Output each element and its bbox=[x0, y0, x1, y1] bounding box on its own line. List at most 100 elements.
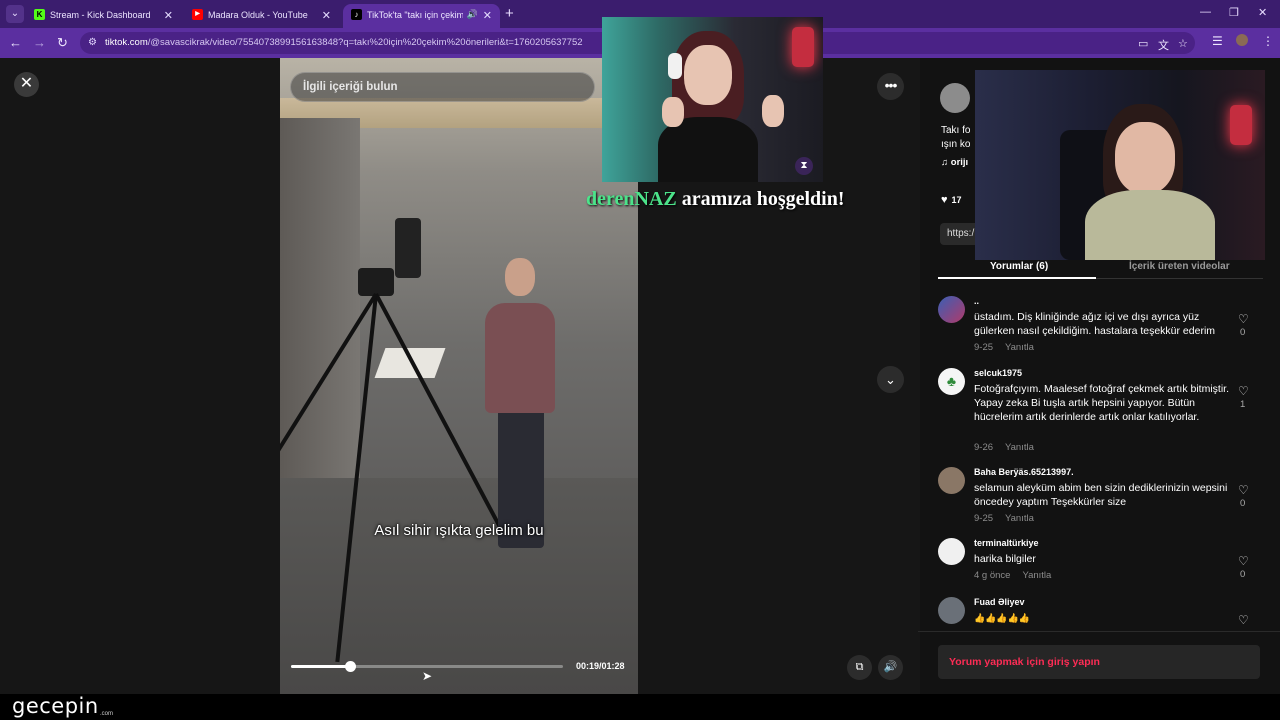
comment-meta: 9-26 Yanıtla bbox=[974, 442, 1034, 453]
divider bbox=[918, 631, 1280, 632]
video-description: Takı fo ışın ko bbox=[941, 124, 970, 152]
like-row[interactable]: ♥ 17 bbox=[941, 194, 962, 206]
kick-favicon-icon: K bbox=[34, 9, 45, 20]
red-lamp bbox=[792, 27, 814, 67]
comment-avatar[interactable] bbox=[938, 538, 965, 565]
minimize-icon[interactable]: — bbox=[1200, 6, 1211, 18]
webcam-body bbox=[1085, 190, 1215, 260]
youtube-favicon-icon: ▶ bbox=[192, 9, 203, 20]
tab-youtube[interactable]: ▶ Madara Olduk - YouTube ✕ bbox=[184, 4, 339, 28]
comment-meta: 9-25 Yanıtla bbox=[974, 513, 1034, 524]
tab-comments[interactable]: Yorumlar (6) bbox=[990, 261, 1048, 272]
comment-like-count: 0 bbox=[1240, 498, 1246, 509]
reply-button[interactable]: Yanıtla bbox=[1022, 570, 1051, 581]
tab-close-icon[interactable]: ✕ bbox=[483, 9, 492, 22]
person-head bbox=[505, 258, 535, 296]
volume-icon[interactable]: 🔊 bbox=[878, 655, 903, 680]
progress-fill bbox=[291, 665, 350, 668]
author-avatar[interactable] bbox=[940, 83, 970, 113]
tiktok-favicon-icon: ♪ bbox=[351, 9, 362, 20]
active-tab-indicator bbox=[938, 277, 1096, 279]
comment-like-icon[interactable]: ♡ bbox=[1238, 384, 1249, 398]
comment-like-count: 1 bbox=[1240, 399, 1246, 410]
welcome-username: derenNAZ bbox=[586, 188, 677, 210]
comment-like-icon[interactable]: ♡ bbox=[1238, 483, 1249, 497]
comment-like-icon[interactable]: ♡ bbox=[1238, 312, 1249, 326]
translate-icon[interactable]: 文 bbox=[1158, 37, 1169, 53]
comment-like-icon[interactable]: ♡ bbox=[1238, 554, 1249, 568]
comment-like-count: 0 bbox=[1240, 327, 1246, 338]
clover-avatar-icon[interactable]: ♣ bbox=[938, 368, 965, 395]
person-body bbox=[485, 303, 555, 413]
heart-icon[interactable]: ♥ bbox=[941, 194, 948, 206]
comment-date: 9-25 bbox=[974, 342, 994, 353]
studio-light bbox=[395, 218, 421, 278]
tab-search-icon[interactable]: ⌄ bbox=[6, 5, 24, 23]
reply-button[interactable]: Yanıtla bbox=[1005, 342, 1034, 353]
comment-avatar[interactable] bbox=[938, 467, 965, 494]
url-text: tiktok.com/@savascikrak/video/7554073899… bbox=[105, 37, 583, 48]
bottom-bar: gecepin .com bbox=[0, 694, 1280, 720]
like-count: 17 bbox=[951, 195, 962, 205]
streamer-webcam-1 bbox=[602, 17, 823, 182]
watermark-logo: gecepin bbox=[12, 694, 99, 718]
comment-meta: 9-25 Yanıtla bbox=[974, 342, 1034, 353]
tab-tiktok[interactable]: ♪ TikTok'ta "takı için çekim ön 🔊 ✕ bbox=[343, 4, 500, 28]
comment-avatar[interactable] bbox=[938, 296, 965, 323]
music-label[interactable]: ♫ orijı bbox=[941, 157, 968, 168]
tab-close-icon[interactable]: ✕ bbox=[322, 9, 331, 22]
comment-date: 9-25 bbox=[974, 513, 994, 524]
related-search-input[interactable]: İlgili içeriği bulun bbox=[290, 72, 595, 102]
window-close-icon[interactable]: ✕ bbox=[1258, 6, 1267, 19]
progress-knob[interactable] bbox=[344, 661, 356, 672]
hand bbox=[662, 97, 684, 127]
browser-menu-icon[interactable]: ⋮ bbox=[1262, 34, 1274, 48]
hand bbox=[762, 95, 784, 127]
comment-user[interactable]: Baha Berÿäs.65213997. bbox=[974, 467, 1074, 477]
tab-title: TikTok'ta "takı için çekim ön bbox=[367, 10, 463, 20]
reply-button[interactable]: Yanıtla bbox=[1005, 442, 1034, 453]
watermark-domain: .com bbox=[100, 711, 114, 717]
comment-tabs: Yorumlar (6) İçerik üreten videolar bbox=[938, 259, 1263, 279]
cast-icon[interactable]: ▭ bbox=[1138, 37, 1148, 50]
restore-icon[interactable]: ❐ bbox=[1229, 6, 1239, 19]
tab-audio-icon[interactable]: 🔊 bbox=[467, 9, 478, 20]
site-info-icon[interactable]: ⚙ bbox=[88, 37, 97, 48]
comment-user[interactable]: terminaltürkiye bbox=[974, 538, 1039, 548]
login-prompt-text: Yorum yapmak için giriş yapın bbox=[949, 656, 1100, 668]
comment-user[interactable]: selcuk1975 bbox=[974, 368, 1022, 378]
comment-text: üstadım. Diş kliniğinde ağız içi ve dışı… bbox=[974, 311, 1216, 337]
comment-date: 4 g önce bbox=[974, 570, 1011, 581]
progress-bar[interactable] bbox=[291, 661, 563, 672]
new-tab-button[interactable]: + bbox=[505, 5, 514, 22]
video-caption: Asıl sihir ışıkta gelelim bu bbox=[374, 522, 544, 539]
bookmark-star-icon[interactable]: ☆ bbox=[1178, 37, 1188, 50]
comment-date: 9-26 bbox=[974, 442, 994, 453]
more-options-button[interactable]: ••• bbox=[877, 73, 904, 100]
copy-link-field[interactable]: https:/ bbox=[940, 223, 980, 245]
tab-creator-videos[interactable]: İçerik üreten videolar bbox=[1129, 261, 1230, 272]
pip-icon[interactable]: ⧉ bbox=[847, 655, 872, 680]
comment-text: harika bilgiler bbox=[974, 553, 1036, 565]
comment-like-icon[interactable]: ♡ bbox=[1238, 613, 1249, 627]
reload-icon[interactable]: ↻ bbox=[57, 35, 68, 51]
comment-text: Fotoğrafçıyım. Maalesef fotoğraf çekmek … bbox=[974, 383, 1229, 423]
comment-user[interactable]: .. bbox=[974, 296, 979, 306]
description-line: ışın ko bbox=[941, 139, 971, 150]
comment-user[interactable]: Fuad Əliyev bbox=[974, 597, 1025, 607]
video-player[interactable]: Asıl sihir ışıkta gelelim bu 00:19/01:28… bbox=[280, 58, 638, 694]
back-icon[interactable]: ← bbox=[9, 35, 22, 50]
comment-item: Fuad Əliyev 👍👍👍👍👍 ♡ bbox=[938, 597, 1263, 631]
comment-login-prompt[interactable]: Yorum yapmak için giriş yapın bbox=[938, 645, 1260, 679]
comment-avatar[interactable] bbox=[938, 597, 965, 624]
reply-button[interactable]: Yanıtla bbox=[1005, 513, 1034, 524]
tab-kick-dashboard[interactable]: K Stream - Kick Dashboard ✕ bbox=[26, 4, 181, 28]
comment-meta: 4 g önce Yanıtla bbox=[974, 570, 1051, 581]
close-video-button[interactable]: ✕ bbox=[14, 72, 39, 97]
comment-text: 👍👍👍👍👍 bbox=[974, 613, 1031, 623]
next-video-button[interactable]: ⌄ bbox=[877, 366, 904, 393]
extensions-icon[interactable]: ☰ bbox=[1212, 34, 1223, 48]
tab-close-icon[interactable]: ✕ bbox=[164, 9, 173, 22]
profile-avatar[interactable] bbox=[1236, 34, 1248, 46]
forward-icon[interactable]: → bbox=[33, 35, 46, 50]
